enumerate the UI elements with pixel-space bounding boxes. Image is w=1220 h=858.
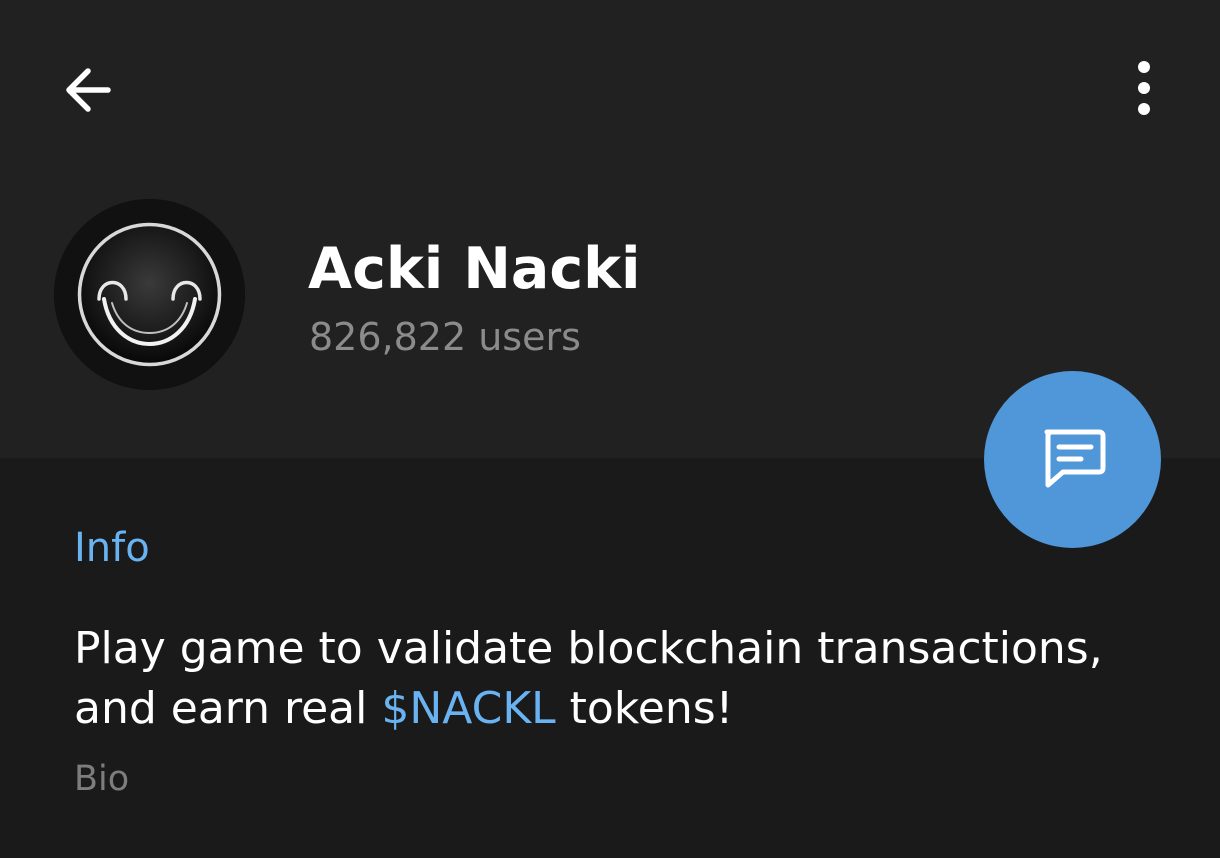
back-button[interactable] bbox=[48, 52, 128, 132]
bio-text-part2: tokens! bbox=[555, 683, 734, 734]
bio-caption: Bio bbox=[74, 759, 130, 799]
arrow-left-icon bbox=[60, 62, 116, 122]
message-icon bbox=[1033, 418, 1113, 502]
profile-screen: Acki Nacki 826,822 users Info Play game … bbox=[0, 0, 1220, 858]
member-count: 826,822 users bbox=[309, 315, 581, 359]
more-options-button[interactable] bbox=[1104, 50, 1184, 130]
message-button[interactable] bbox=[984, 371, 1161, 548]
avatar[interactable] bbox=[54, 199, 245, 390]
token-link[interactable]: $NACKL bbox=[381, 683, 555, 734]
info-section-label: Info bbox=[74, 525, 150, 571]
smiling-face-logo bbox=[54, 199, 245, 390]
bio-text: Play game to validate blockchain transac… bbox=[74, 619, 1154, 739]
page-title: Acki Nacki bbox=[308, 236, 641, 302]
more-vertical-icon bbox=[1134, 58, 1154, 122]
